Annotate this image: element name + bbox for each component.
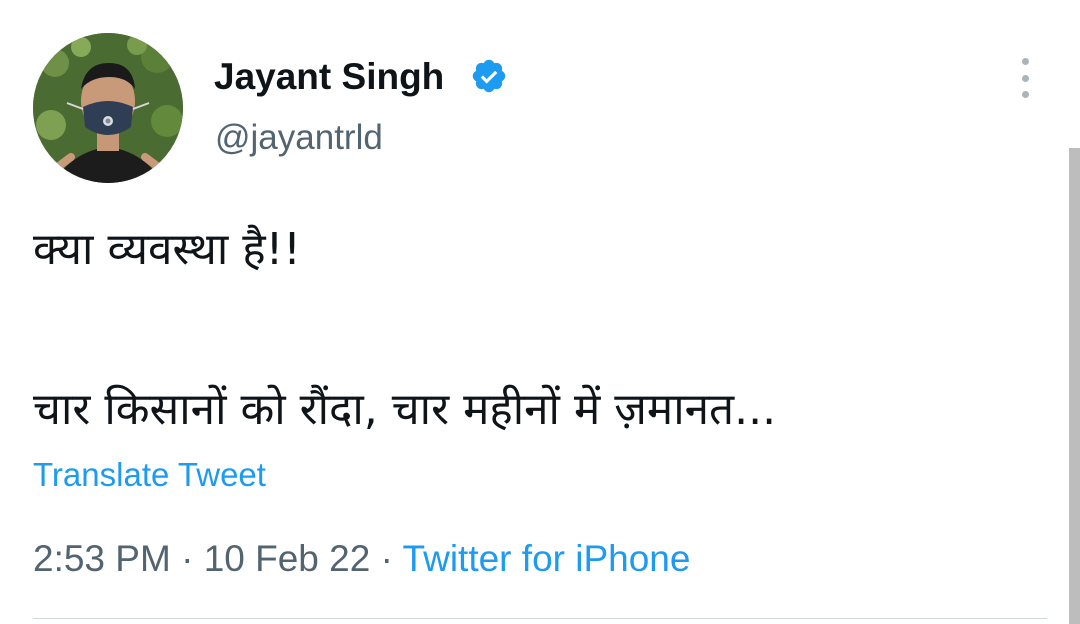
tweet-meta: 2:53 PM · 10 Feb 22 · Twitter for iPhone xyxy=(33,538,690,580)
tweet-source-link[interactable]: Twitter for iPhone xyxy=(403,538,691,579)
tweet-text-line: क्या व्यवस्था है!! xyxy=(33,224,301,275)
tweet-text-line: चार किसानों को रौंदा, चार महीनों में ज़म… xyxy=(33,384,777,435)
tweet-date[interactable]: 10 Feb 22 xyxy=(204,538,371,579)
more-dot xyxy=(1021,58,1029,65)
tweet-time[interactable]: 2:53 PM xyxy=(33,538,171,579)
verified-badge-icon xyxy=(472,59,506,93)
translate-tweet-link[interactable]: Translate Tweet xyxy=(33,456,266,494)
divider xyxy=(33,618,1047,619)
more-options-icon[interactable] xyxy=(1010,58,1040,98)
avatar-image xyxy=(33,33,183,183)
author-handle[interactable]: @jayantrld xyxy=(215,118,383,158)
tweet-card: Jayant Singh @jayantrld क्या व्यवस्था है… xyxy=(0,0,1080,624)
meta-separator: · xyxy=(170,538,204,579)
more-dot xyxy=(1021,74,1029,82)
more-dot xyxy=(1021,91,1029,98)
scrollbar[interactable] xyxy=(1069,148,1080,624)
author-name[interactable]: Jayant Singh xyxy=(214,56,444,98)
avatar[interactable] xyxy=(33,33,183,183)
meta-separator: · xyxy=(370,538,403,579)
tweet-text: क्या व्यवस्था है!! चार किसानों को रौंदा,… xyxy=(33,210,1033,450)
